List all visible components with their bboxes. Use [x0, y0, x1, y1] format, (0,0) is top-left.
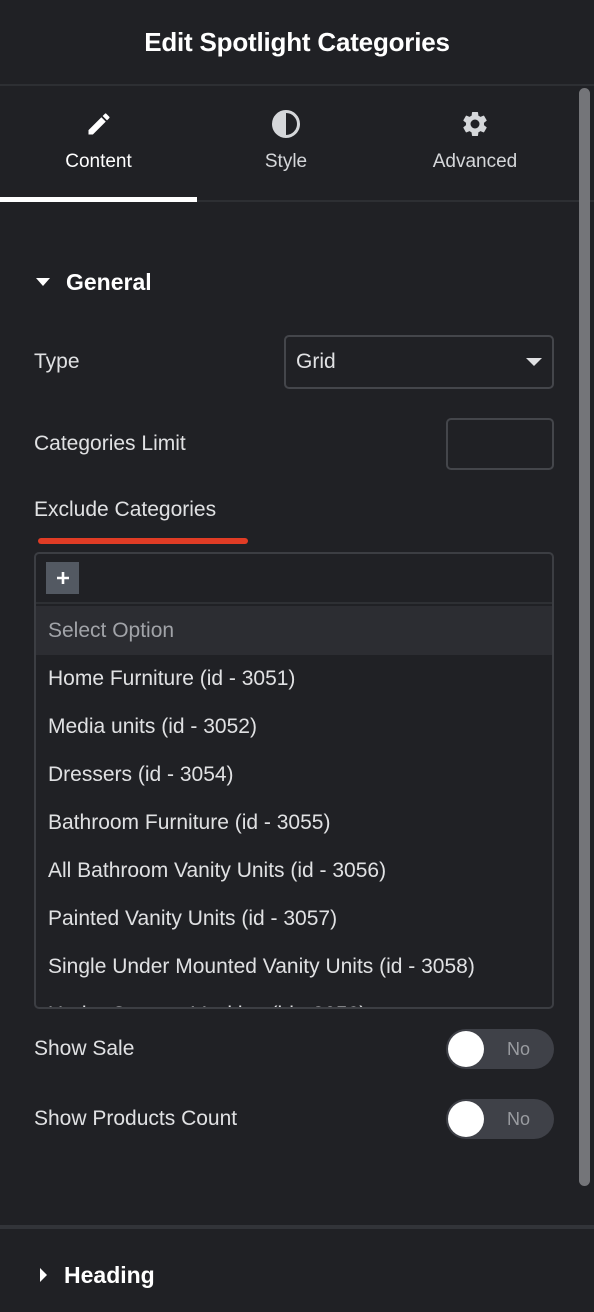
dropdown-option[interactable]: Dressers (id - 3054)	[36, 751, 552, 799]
toggle-knob	[448, 1031, 484, 1067]
show-products-count-toggle[interactable]: No	[446, 1099, 554, 1139]
categories-limit-input[interactable]	[446, 418, 554, 470]
exclude-categories-label: Exclude Categories	[34, 498, 217, 521]
tab-bar: Content Style Advanced	[0, 86, 594, 202]
tab-label: Content	[65, 151, 132, 172]
pencil-icon	[84, 109, 114, 139]
dropdown-placeholder-option[interactable]: Select Option	[36, 606, 552, 655]
show-products-count-label: Show Products Count	[34, 1107, 238, 1130]
annotation-underline	[38, 538, 248, 544]
tab-style[interactable]: Style	[197, 86, 375, 200]
panel-scrollbar[interactable]	[579, 88, 590, 1186]
section-general: General Type Grid Categories Limit Exclu…	[0, 250, 554, 1139]
tab-advanced[interactable]: Advanced	[375, 86, 575, 200]
exclude-categories-multiselect[interactable]: Select Option Home Furniture (id - 3051)…	[34, 552, 554, 1009]
dropdown-option[interactable]: Bathroom Furniture (id - 3055)	[36, 799, 552, 847]
tab-label: Advanced	[432, 151, 518, 172]
section-title: General	[66, 268, 152, 295]
chevron-down-icon	[526, 358, 542, 366]
dropdown-option[interactable]: Media units (id - 3052)	[36, 703, 552, 751]
dropdown-option[interactable]: Single Under Mounted Vanity Units (id - …	[36, 943, 552, 991]
dropdown-option[interactable]: Painted Vanity Units (id - 3057)	[36, 895, 552, 943]
dropdown-option[interactable]: Under Counter Vanities (id - 3059)	[36, 991, 552, 1007]
type-select[interactable]: Grid	[284, 335, 554, 389]
tab-content[interactable]: Content	[0, 86, 197, 202]
show-sale-toggle[interactable]: No	[446, 1029, 554, 1069]
options-dropdown[interactable]: Select Option Home Furniture (id - 3051)…	[36, 606, 552, 1007]
multiselect-input-area[interactable]	[36, 554, 552, 604]
section-heading-toggle[interactable]: Heading	[34, 1248, 155, 1302]
gear-icon	[460, 109, 490, 139]
exclude-categories-heading: Exclude Categories	[34, 498, 554, 544]
plus-icon	[56, 572, 69, 584]
caret-down-icon	[36, 278, 50, 286]
section-title: Heading	[64, 1261, 155, 1288]
type-label: Type	[34, 350, 80, 373]
type-control: Type Grid	[34, 335, 554, 389]
toggle-state: No	[506, 1039, 530, 1059]
caret-right-icon	[40, 1268, 47, 1282]
section-general-toggle[interactable]: General	[34, 250, 554, 314]
dropdown-option[interactable]: All Bathroom Vanity Units (id - 3056)	[36, 847, 552, 895]
add-option-button[interactable]	[46, 562, 79, 594]
section-divider	[0, 1225, 594, 1229]
type-select-value: Grid	[296, 350, 336, 373]
categories-limit-control: Categories Limit	[34, 418, 554, 470]
categories-limit-label: Categories Limit	[34, 432, 186, 455]
show-sale-label: Show Sale	[34, 1037, 135, 1060]
tab-label: Style	[264, 151, 308, 172]
show-products-count-control: Show Products Count No	[34, 1099, 554, 1139]
toggle-state: No	[506, 1109, 530, 1129]
show-sale-control: Show Sale No	[34, 1029, 554, 1069]
panel-title: Edit Spotlight Categories	[144, 26, 450, 57]
half-circle-contrast-icon	[271, 109, 301, 139]
dropdown-option[interactable]: Home Furniture (id - 3051)	[36, 655, 552, 703]
toggle-knob	[448, 1101, 484, 1137]
panel-header: Edit Spotlight Categories	[0, 0, 594, 86]
